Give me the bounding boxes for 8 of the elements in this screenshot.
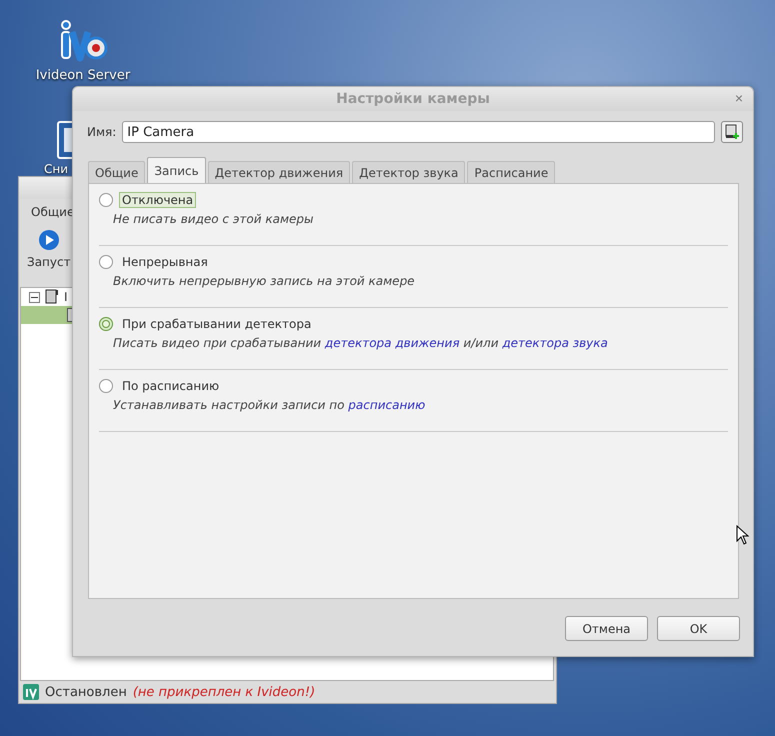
- option-description: Не писать видео с этой камеры: [112, 211, 314, 226]
- option-description: Включить непрерывную запись на этой камере: [112, 273, 416, 288]
- warning-text: (не прикреплен к Ivideon!): [132, 684, 316, 700]
- option-description: Устанавливать настройки записи по расписанию: [112, 397, 426, 412]
- name-label: Имя:: [87, 125, 116, 139]
- status-text: Остановлен: [45, 684, 127, 700]
- window-title: Настройки камеры: [336, 91, 490, 107]
- option-description: Писать видео при срабатывании детектора движения и/или детектора звука: [112, 335, 609, 350]
